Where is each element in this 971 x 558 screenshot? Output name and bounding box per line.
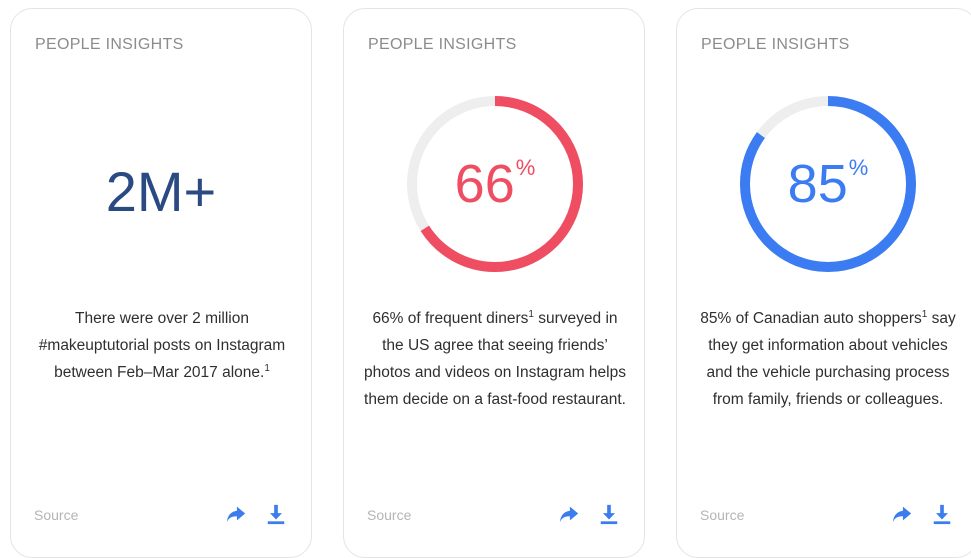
card-label: PEOPLE INSIGHTS <box>35 36 184 53</box>
card-description: There were over 2 million #makeuptutoria… <box>31 305 293 386</box>
source-link[interactable]: Source <box>367 507 411 523</box>
download-button[interactable] <box>265 503 287 525</box>
source-link[interactable]: Source <box>34 507 78 523</box>
card-label: PEOPLE INSIGHTS <box>701 36 850 53</box>
share-icon <box>892 506 912 523</box>
percent-display: 66% <box>402 91 588 277</box>
description-text: There were over 2 million #makeuptutoria… <box>38 310 286 381</box>
download-icon <box>933 504 951 525</box>
insight-card-auto: PEOPLE INSIGHTS 85% 85% of Canadian auto… <box>676 8 971 558</box>
card-label: PEOPLE INSIGHTS <box>368 36 517 53</box>
share-button[interactable] <box>225 503 247 525</box>
insight-card-diners: PEOPLE INSIGHTS 66% 66% of frequent dine… <box>343 8 645 558</box>
percent-value: 66 <box>454 154 515 214</box>
percent-sign: % <box>515 155 536 180</box>
footnote-marker: 1 <box>264 362 270 374</box>
description-text: 66% of frequent diners <box>372 310 529 327</box>
percent-display: 85% <box>735 91 921 277</box>
download-button[interactable] <box>931 503 953 525</box>
share-button[interactable] <box>558 503 580 525</box>
card-description: 66% of frequent diners1 surveyed in the … <box>364 305 626 413</box>
insight-card-makeup: PEOPLE INSIGHTS 2M+ There were over 2 mi… <box>10 8 312 558</box>
download-icon <box>600 504 618 525</box>
download-button[interactable] <box>598 503 620 525</box>
download-icon <box>267 504 285 525</box>
share-icon <box>559 506 579 523</box>
card-description: 85% of Canadian auto shoppers1 say they … <box>697 305 959 413</box>
percent-sign: % <box>848 155 869 180</box>
source-link[interactable]: Source <box>700 507 744 523</box>
share-button[interactable] <box>891 503 913 525</box>
stat-value: 2M+ <box>105 160 217 223</box>
share-icon <box>226 506 246 523</box>
description-text: 85% of Canadian auto shoppers <box>700 310 922 327</box>
percent-value: 85 <box>787 154 848 214</box>
